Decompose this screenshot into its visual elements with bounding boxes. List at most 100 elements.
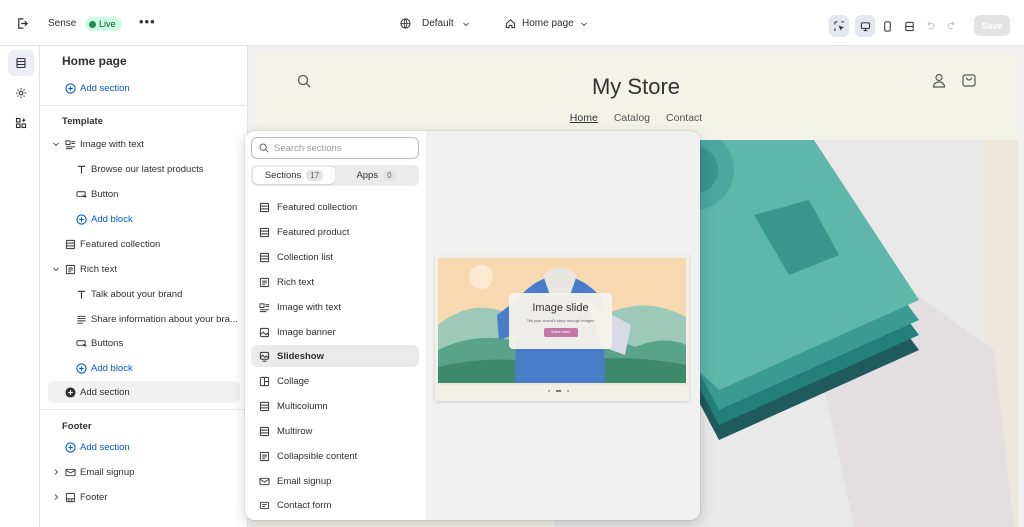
tab-apps[interactable]: Apps 0 — [335, 167, 417, 184]
fullscreen-icon — [904, 21, 914, 31]
block-label: Buttons — [91, 337, 124, 349]
section-option-image-with-text[interactable]: Image with text — [251, 296, 419, 318]
section-option-featured-product[interactable]: Featured product — [251, 221, 419, 243]
chevron-down-icon[interactable] — [51, 140, 61, 148]
block-browse-products[interactable]: Browse our latest products — [40, 158, 248, 180]
button-icon — [75, 188, 87, 200]
live-dot-icon — [89, 20, 96, 28]
add-circle-icon — [64, 82, 76, 94]
section-option-featured-collection[interactable]: Featured collection — [251, 196, 419, 218]
tab-label: Sections — [264, 170, 302, 181]
section-image-with-text[interactable]: Image with text — [40, 133, 248, 155]
theme-setting-selector[interactable]: Default — [400, 18, 470, 29]
select-cursor-icon — [833, 20, 844, 31]
search-icon — [259, 143, 269, 153]
block-share-information[interactable]: Share information about your bra... — [40, 308, 248, 330]
template-heading: Template — [62, 116, 104, 127]
option-label: Featured collection — [277, 201, 358, 213]
count-badge: 17 — [306, 170, 324, 181]
cart-icon[interactable] — [962, 72, 976, 87]
section-email-signup[interactable]: Email signup — [40, 461, 248, 483]
chevron-right-icon[interactable] — [51, 493, 61, 501]
desktop-view-button[interactable] — [855, 15, 875, 37]
section-option-email-signup[interactable]: Email signup — [251, 470, 419, 492]
search-sections-field[interactable] — [251, 137, 419, 159]
template-add-section-button[interactable]: Add section — [48, 381, 240, 403]
rich-text-icon — [64, 263, 76, 275]
sections-icon — [16, 57, 26, 69]
block-buttons[interactable]: Buttons — [40, 332, 248, 354]
mobile-view-button[interactable] — [877, 15, 897, 37]
undo-button[interactable] — [925, 20, 935, 30]
chevron-right-icon[interactable] — [51, 468, 61, 476]
block-talk-about-brand[interactable]: Talk about your brand — [40, 283, 248, 305]
theme-settings-tab-button[interactable] — [8, 80, 34, 106]
tab-sections[interactable]: Sections 17 — [253, 167, 335, 184]
add-block-button[interactable]: Add block — [40, 357, 248, 379]
image-icon — [259, 327, 270, 337]
more-actions-button[interactable]: ••• — [139, 14, 156, 29]
footer-add-section-button[interactable]: Add section — [40, 436, 248, 458]
save-button[interactable]: Save — [974, 15, 1010, 36]
sections-icon — [64, 238, 76, 250]
search-sections-input[interactable] — [274, 142, 404, 154]
section-option-collapsible-content[interactable]: Collapsible content — [251, 445, 419, 467]
page-selector-label: Home page — [522, 18, 574, 29]
header-add-section-button[interactable]: Add section — [40, 77, 248, 99]
exit-icon — [18, 18, 28, 29]
paragraph-icon — [75, 313, 87, 325]
fullscreen-button[interactable] — [899, 15, 919, 37]
section-option-multirow[interactable]: Multirow — [251, 420, 419, 442]
option-label: Multicolumn — [277, 400, 328, 412]
section-option-rich-text[interactable]: Rich text — [251, 271, 419, 293]
block-button[interactable]: Button — [40, 183, 248, 205]
option-label: Contact form — [277, 499, 332, 511]
page-selector[interactable]: Home page — [505, 18, 588, 29]
dot-icon — [548, 390, 550, 392]
add-section-popover: Sections 17 Apps 0 Featured collection F… — [245, 131, 700, 520]
sections-icon — [259, 426, 270, 436]
section-option-contact-form[interactable]: Contact form — [251, 494, 419, 516]
slideshow-icon — [259, 351, 270, 362]
chevron-down-icon — [462, 22, 469, 26]
nav-catalog-link[interactable]: Catalog — [614, 112, 650, 124]
slide-button: Button label — [543, 328, 578, 337]
sections-icon — [259, 252, 270, 262]
rich-text-icon — [259, 451, 270, 461]
theme-name: Sense — [48, 18, 77, 29]
sections-tab-button[interactable] — [8, 50, 34, 76]
redo-button[interactable] — [947, 20, 957, 30]
email-icon — [64, 466, 76, 478]
live-badge: Live — [85, 17, 122, 31]
page-title: Home page — [62, 54, 127, 68]
nav-home-link[interactable]: Home — [570, 112, 598, 124]
section-option-collection-list[interactable]: Collection list — [251, 246, 419, 268]
gear-icon — [16, 88, 26, 98]
section-option-collage[interactable]: Collage — [251, 370, 419, 392]
home-icon — [505, 19, 516, 29]
section-footer[interactable]: Footer — [40, 486, 248, 508]
add-circle-icon — [75, 213, 87, 225]
image-with-text-icon — [259, 302, 270, 312]
section-option-image-banner[interactable]: Image banner — [251, 321, 419, 343]
section-app-tabs: Sections 17 Apps 0 — [251, 165, 419, 186]
section-rich-text[interactable]: Rich text — [40, 258, 248, 280]
inspector-toggle-button[interactable] — [829, 15, 849, 37]
account-icon[interactable] — [932, 73, 946, 88]
slide-text-box: Image slide Tell your brand's story thro… — [509, 293, 612, 349]
mobile-icon — [883, 20, 891, 32]
desktop-icon — [860, 21, 870, 31]
section-featured-collection[interactable]: Featured collection — [40, 233, 248, 255]
add-block-button[interactable]: Add block — [40, 208, 248, 230]
option-label: Rich text — [277, 276, 314, 288]
option-label: Collapsible content — [277, 450, 358, 462]
apps-tab-button[interactable] — [8, 110, 34, 136]
store-name[interactable]: My Store — [254, 74, 1018, 100]
globe-icon — [400, 18, 411, 29]
exit-button[interactable] — [16, 17, 29, 30]
sections-sidebar: Home page Add section Template Image wit… — [40, 46, 248, 527]
section-option-multicolumn[interactable]: Multicolumn — [251, 395, 419, 417]
chevron-down-icon[interactable] — [51, 265, 61, 273]
nav-contact-link[interactable]: Contact — [666, 112, 702, 124]
section-option-slideshow[interactable]: Slideshow — [251, 345, 419, 367]
